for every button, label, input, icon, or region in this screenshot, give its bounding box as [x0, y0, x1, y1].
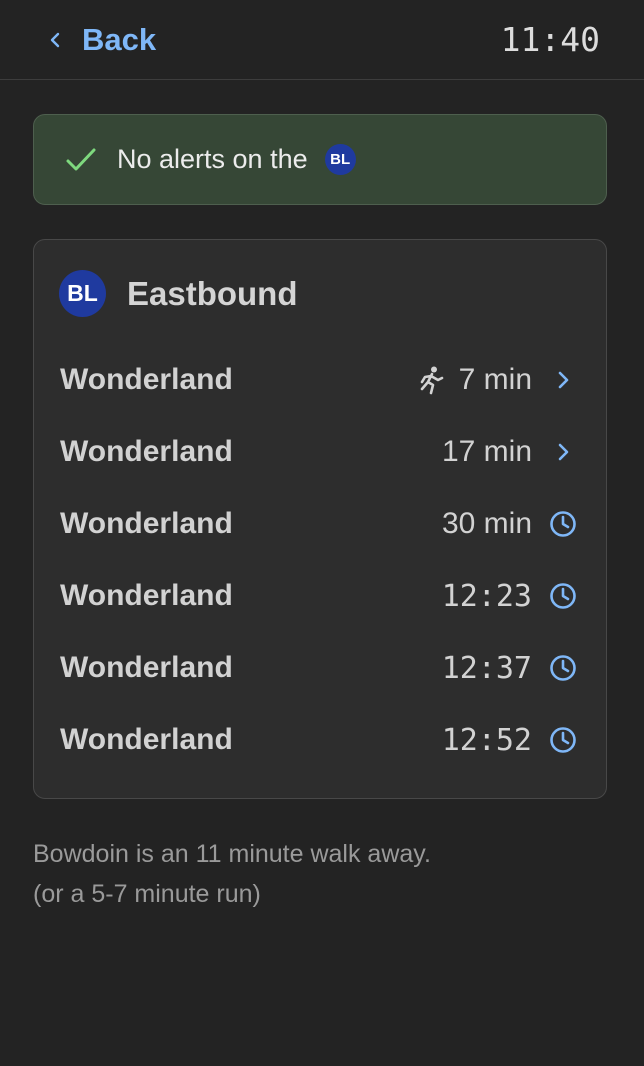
departure-row[interactable]: Wonderland 30 min: [34, 488, 606, 560]
destination: Wonderland: [60, 723, 233, 756]
direction-header: BL Eastbound: [59, 270, 298, 317]
clock-icon: [548, 725, 578, 755]
back-button[interactable]: Back: [48, 22, 156, 58]
direction-title: Eastbound: [127, 274, 298, 312]
departure-row[interactable]: Wonderland 17 min: [34, 416, 606, 488]
departure-row[interactable]: Wonderland 12:37: [34, 632, 606, 704]
departure-time: 12:52: [441, 722, 532, 758]
departure-time-group: 7 min: [417, 363, 532, 397]
departure-time: 12:37: [441, 650, 532, 686]
departure-row[interactable]: Wonderland 12:23: [34, 560, 606, 632]
walk-note-line: (or a 5-7 minute run): [33, 880, 261, 908]
departure-time: 17 min: [441, 435, 532, 468]
check-icon: [66, 148, 96, 170]
departures-card: BL Eastbound Wonderland 7 min Wonderland…: [33, 239, 607, 799]
top-bar: Back 11:40: [0, 0, 644, 80]
chevron-left-icon: [50, 32, 60, 47]
alert-banner: No alerts on the BL: [33, 114, 607, 205]
alert-text: No alerts on the: [117, 144, 308, 174]
running-person-icon: [420, 366, 443, 395]
clock-icon: [548, 581, 578, 611]
destination: Wonderland: [60, 579, 233, 612]
destination: Wonderland: [60, 651, 233, 684]
clock-icon: [548, 653, 578, 683]
departure-time: 12:23: [441, 578, 532, 614]
line-badge: BL: [324, 144, 356, 175]
destination: Wonderland: [60, 363, 233, 396]
back-label: Back: [82, 21, 157, 57]
walk-note: Bowdoin is an 11 minute walk away. (or a…: [33, 834, 431, 914]
departure-row[interactable]: Wonderland 7 min: [34, 344, 606, 416]
departure-time: 30 min: [441, 507, 532, 540]
walk-note-line: Bowdoin is an 11 minute walk away.: [33, 840, 431, 868]
destination: Wonderland: [60, 507, 233, 540]
departure-row[interactable]: Wonderland 12:52: [34, 704, 606, 776]
clock: 11:40: [500, 20, 600, 59]
destination: Wonderland: [60, 435, 233, 468]
chevron-right-icon: [548, 437, 578, 467]
departure-time: 7 min: [458, 363, 532, 396]
line-badge: BL: [59, 270, 106, 317]
clock-icon: [548, 509, 578, 539]
chevron-right-icon: [548, 365, 578, 395]
departure-list: Wonderland 7 min Wonderland 17 min Wonde…: [34, 344, 606, 776]
